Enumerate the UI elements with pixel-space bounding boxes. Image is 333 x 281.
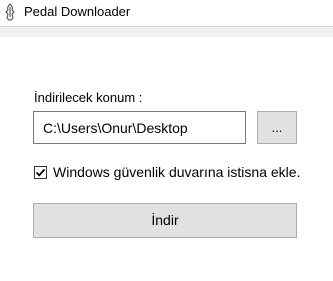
browse-button[interactable]: ... xyxy=(257,111,297,144)
path-input[interactable] xyxy=(33,111,246,144)
menu-strip xyxy=(0,27,333,37)
title-bar: Pedal Downloader xyxy=(0,0,333,26)
checkmark-icon xyxy=(35,168,46,177)
download-button[interactable]: İndir xyxy=(33,203,297,238)
location-label: İndirilecek konum : xyxy=(34,90,143,105)
main-panel xyxy=(0,37,333,281)
firewall-checkbox-label[interactable]: Windows güvenlik duvarına istisna ekle. xyxy=(53,164,300,180)
window-title: Pedal Downloader xyxy=(24,4,131,19)
firewall-checkbox[interactable] xyxy=(34,166,47,179)
pedal-app-icon xyxy=(3,3,17,21)
